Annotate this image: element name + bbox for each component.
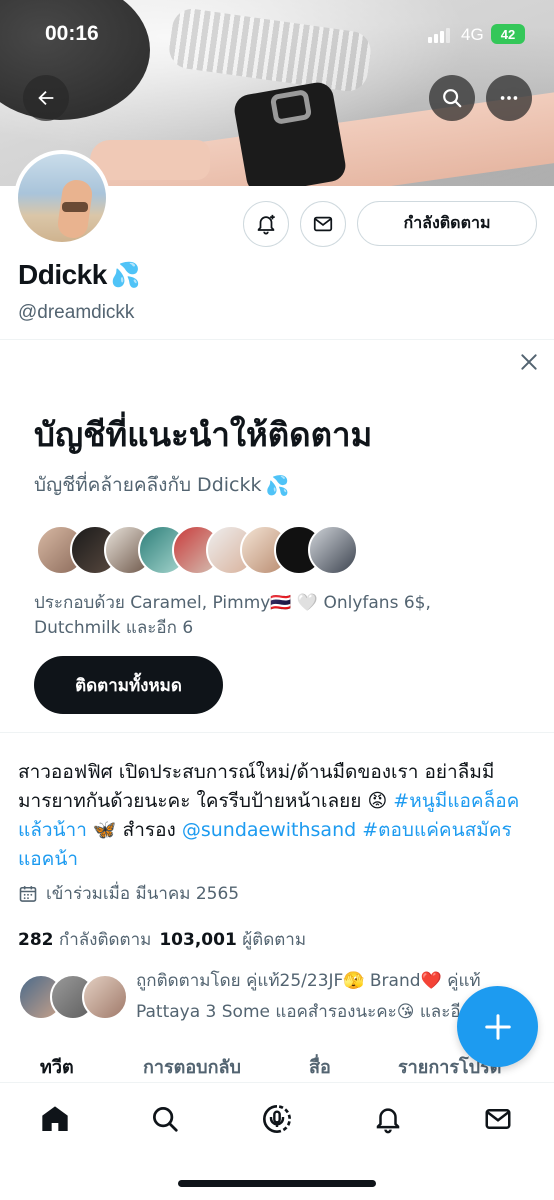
bell-plus-icon xyxy=(257,214,275,235)
tab-media[interactable]: สื่อ xyxy=(309,1052,331,1081)
nav-spaces[interactable] xyxy=(259,1101,295,1137)
message-button[interactable] xyxy=(300,201,346,247)
nav-search[interactable] xyxy=(147,1101,183,1137)
tab-tweets[interactable]: ทวีต xyxy=(40,1052,74,1081)
suggestions-description-line: Dutchmilk และอีก 6 xyxy=(34,618,194,638)
droplets-emoji: 💦 xyxy=(265,474,290,497)
spaces-icon xyxy=(263,1105,291,1133)
joined-text: เข้าร่วมเมื่อ มีนาคม 2565 xyxy=(46,884,240,904)
follow-counts: 282 กำลังติดตาม 103,001 ผู้ติดตาม xyxy=(18,926,306,953)
home-indicator[interactable] xyxy=(178,1180,376,1187)
tab-replies[interactable]: การตอบกลับ xyxy=(143,1052,241,1081)
divider xyxy=(0,339,554,340)
followed-by-avatars xyxy=(18,974,128,1020)
home-icon xyxy=(42,1106,68,1131)
search-icon xyxy=(153,1107,178,1132)
suggestions-title: บัญชีที่แนะนำให้ติดตาม xyxy=(34,415,373,454)
battery-icon: 42 xyxy=(491,24,525,44)
suggestions-description: ประกอบด้วย Caramel, Pimmy🇹🇭 🤍 Onlyfans 6… xyxy=(34,591,504,641)
followers-label: ผู้ติดตาม xyxy=(242,930,307,950)
bell-icon xyxy=(376,1108,400,1134)
follow-all-button[interactable]: ติดตามทั้งหมด xyxy=(34,656,223,714)
following-label: กำลังติดตาม xyxy=(58,930,152,950)
handle: @dreamdickk xyxy=(18,302,135,323)
display-name: Ddickk 💦 xyxy=(18,259,141,291)
arrow-left-icon xyxy=(38,90,54,106)
suggestions-subtitle: บัญชีที่คล้ายคลึงกับ Ddickk 💦 xyxy=(34,470,289,500)
suggestions-subtitle-text: บัญชีที่คล้ายคลึงกับ Ddickk xyxy=(34,474,262,496)
suggestions-description-line: ประกอบด้วย Caramel, Pimmy🇹🇭 🤍 Onlyfans 6… xyxy=(34,593,431,613)
banner-hand xyxy=(90,140,210,180)
network-type: 4G xyxy=(461,25,484,44)
search-button[interactable] xyxy=(429,75,475,121)
back-button[interactable] xyxy=(23,75,69,121)
followers-count[interactable]: 103,001 ผู้ติดตาม xyxy=(159,926,306,953)
more-button[interactable] xyxy=(486,75,532,121)
display-name-text: Ddickk xyxy=(18,259,107,290)
envelope-icon xyxy=(485,1109,511,1129)
status-bar: 00:16 4G 42 xyxy=(0,0,554,70)
search-icon xyxy=(443,89,462,108)
bio-mention[interactable]: @sundaewithsand xyxy=(182,819,356,841)
following-button[interactable]: กำลังติดตาม xyxy=(357,201,537,246)
nav-messages[interactable] xyxy=(480,1101,516,1137)
more-icon xyxy=(500,96,518,100)
suggested-avatar[interactable] xyxy=(308,525,358,575)
following-number: 282 xyxy=(18,930,54,950)
signal-icon xyxy=(428,27,450,43)
droplets-emoji: 💦 xyxy=(110,261,141,289)
close-suggestions-button[interactable] xyxy=(514,347,544,377)
compose-button[interactable] xyxy=(457,986,538,1067)
avatar-swimsuit xyxy=(62,202,88,212)
battery-level: 42 xyxy=(500,26,516,42)
nav-notifications[interactable] xyxy=(370,1101,406,1137)
status-time: 00:16 xyxy=(45,22,99,45)
plus-icon xyxy=(484,1013,511,1040)
avatar[interactable] xyxy=(14,150,110,246)
divider xyxy=(0,732,554,733)
followers-number: 103,001 xyxy=(159,930,237,950)
profile-bio: สาวออฟฟิศ เปิดประสบการณ์ใหม่/ด้านมืดของเ… xyxy=(18,758,533,874)
nav-home[interactable] xyxy=(37,1101,73,1137)
envelope-icon xyxy=(313,216,333,232)
following-count[interactable]: 282 กำลังติดตาม xyxy=(18,926,151,953)
calendar-icon xyxy=(19,885,37,902)
mutual-avatar xyxy=(82,974,128,1020)
bio-text: สำรอง xyxy=(116,819,182,841)
notify-button[interactable] xyxy=(243,201,289,247)
suggested-avatars[interactable] xyxy=(36,525,358,575)
close-icon xyxy=(521,354,537,370)
joined-date: เข้าร่วมเมื่อ มีนาคม 2565 xyxy=(18,880,239,907)
